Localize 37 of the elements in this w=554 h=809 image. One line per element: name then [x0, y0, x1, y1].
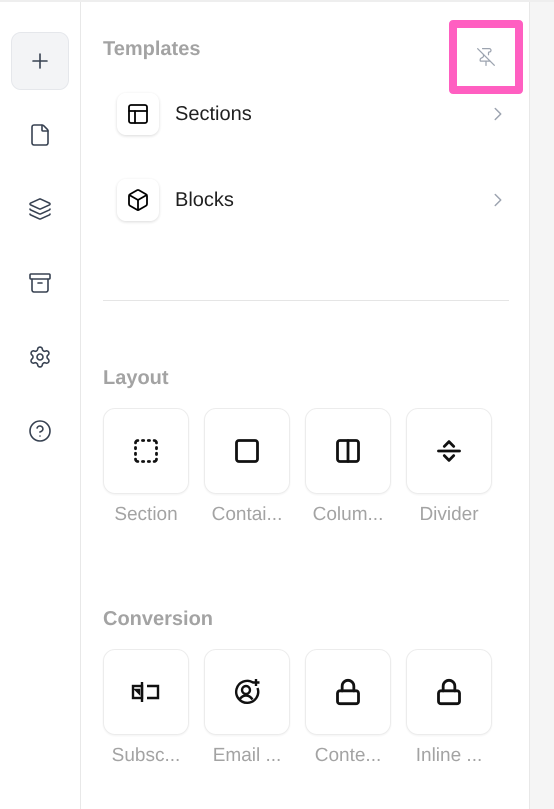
element-label: Section [114, 504, 178, 526]
unpin-button[interactable] [449, 20, 523, 94]
lock-icon [334, 678, 362, 706]
help-icon [28, 419, 52, 443]
layers-icon [28, 197, 52, 221]
cube-icon [126, 188, 150, 212]
dashed-square-icon [132, 437, 160, 465]
square-icon [233, 437, 261, 465]
group-title: Layout [103, 367, 170, 390]
element-label: Email ... [212, 745, 282, 767]
file-icon [28, 123, 52, 147]
element-label: Contai... [212, 504, 282, 526]
element-label: Subsc... [112, 745, 180, 767]
template-label[interactable]: Sections [175, 102, 487, 126]
settings-icon [28, 345, 52, 369]
panel-title: Templates [103, 38, 200, 61]
lock-icon [435, 678, 463, 706]
element-tile[interactable] [204, 408, 290, 494]
element-label: Colum... [312, 504, 384, 526]
element-tile[interactable] [204, 649, 290, 735]
columns-icon [334, 437, 362, 465]
element-tile[interactable] [103, 408, 189, 494]
element-tile[interactable] [305, 649, 391, 735]
layout-icon [126, 102, 150, 126]
pin-off-icon [476, 47, 496, 67]
user-add-icon [233, 678, 261, 706]
element-label: Divider [419, 504, 479, 526]
template-label[interactable]: Blocks [175, 188, 487, 212]
group-title: Conversion [103, 608, 214, 631]
element-tile[interactable] [103, 649, 189, 735]
element-label: Inline ... [416, 745, 482, 767]
element-tile[interactable] [406, 408, 492, 494]
element-tile[interactable] [406, 649, 492, 735]
archive-icon [28, 271, 52, 295]
element-tile[interactable] [305, 408, 391, 494]
subscribe-icon [131, 681, 161, 703]
element-label: Conte... [314, 745, 382, 767]
